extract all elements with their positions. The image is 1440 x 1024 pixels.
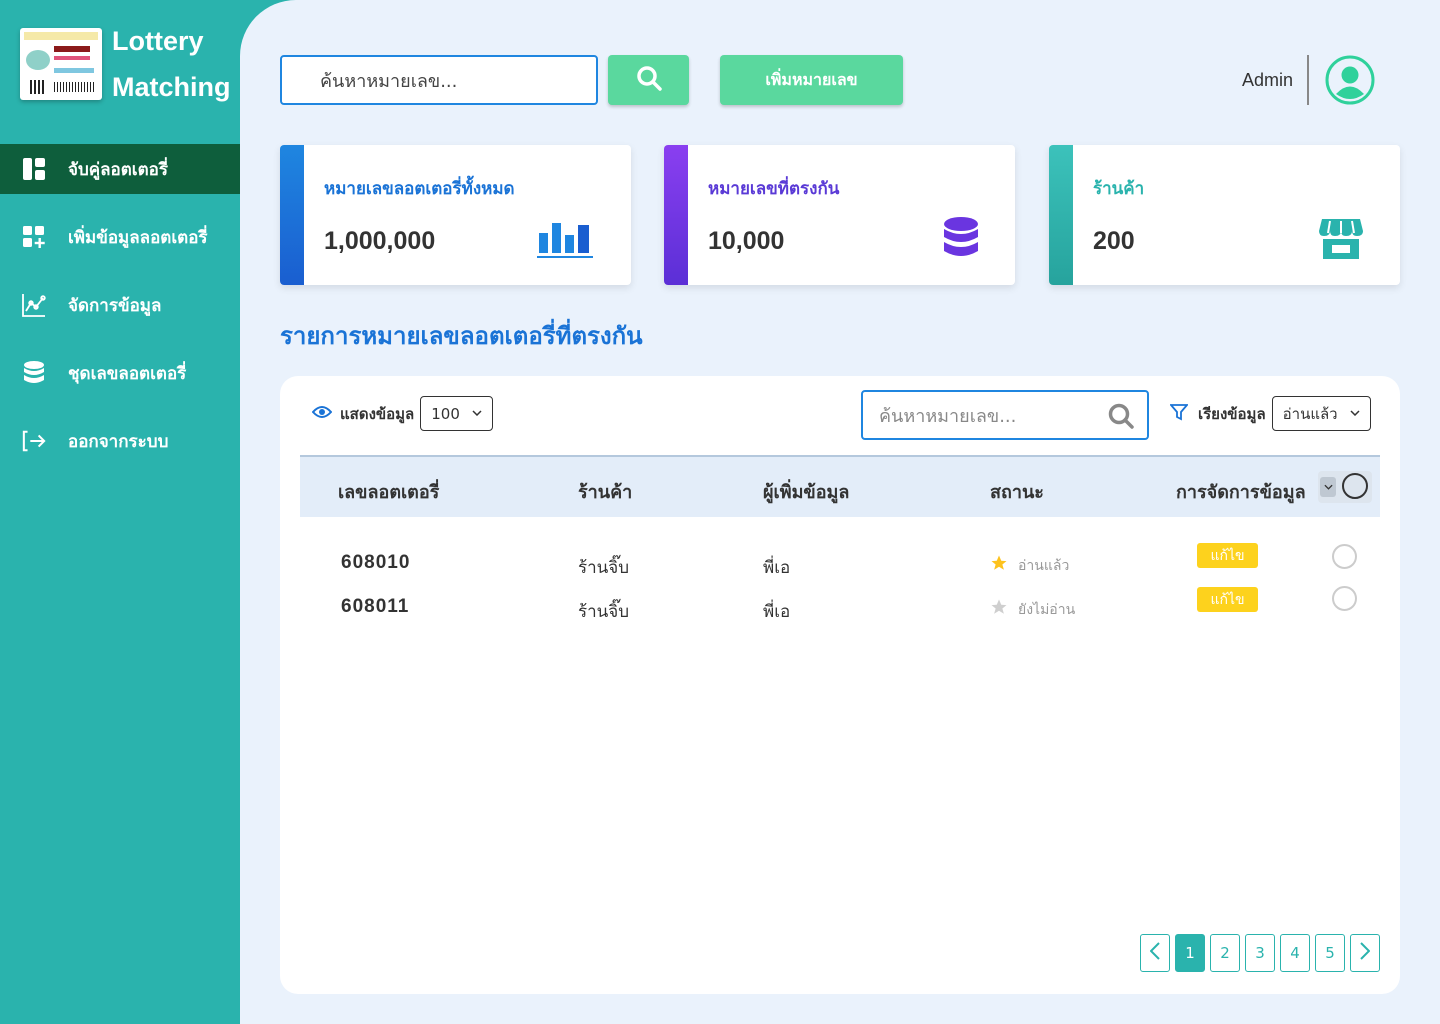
table-search-placeholder: ค้นหาหมายเลข... bbox=[879, 405, 1017, 427]
sidebar-item-label: ชุดเลขลอตเตอรี่ bbox=[68, 363, 187, 384]
prev-page-button[interactable] bbox=[1140, 934, 1170, 972]
column-header[interactable]: เลขลอตเตอรี่ bbox=[338, 477, 439, 506]
card-value: 10,000 bbox=[708, 227, 785, 255]
show-entries: แสดงข้อมูล 100 bbox=[311, 396, 493, 431]
column-header[interactable]: ร้านค้า bbox=[578, 477, 632, 506]
stat-card-matched: หมายเลขที่ตรงกัน 10,000 bbox=[664, 145, 1015, 285]
show-count-value: 100 bbox=[431, 404, 460, 423]
search-input[interactable]: ค้นหาหมายเลข... bbox=[280, 55, 598, 105]
table-row: 608011 ร้านจิ๊บ พี่เอ ยังไม่อ่าน แก้ไข bbox=[300, 586, 1380, 636]
status-text: อ่านแล้ว bbox=[1018, 557, 1070, 574]
store-icon bbox=[1318, 217, 1364, 265]
edit-button[interactable]: แก้ไข bbox=[1197, 587, 1258, 612]
select-all-control[interactable] bbox=[1318, 471, 1372, 503]
page-button[interactable]: 1 bbox=[1175, 934, 1205, 972]
add-number-button[interactable]: เพิ่มหมายเลข bbox=[720, 55, 903, 105]
status: ยังไม่อ่าน bbox=[990, 598, 1075, 621]
lottery-logo bbox=[20, 28, 102, 100]
avatar-icon[interactable] bbox=[1325, 55, 1375, 105]
brand-title: Lottery Matching bbox=[112, 18, 231, 110]
sidebar-item-label: ออกจากระบบ bbox=[68, 431, 169, 452]
sidebar-item-manage[interactable]: จัดการข้อมูล bbox=[0, 280, 240, 330]
card-accent bbox=[1049, 145, 1073, 285]
sidebar-nav: จับคู่ลอตเตอรี่ เพิ่มข้อมูลลอตเตอรี่ จัด… bbox=[0, 144, 240, 484]
search-icon[interactable] bbox=[1107, 402, 1135, 435]
brand-line2: Matching bbox=[112, 72, 231, 102]
table-search-input[interactable]: ค้นหาหมายเลข... bbox=[861, 390, 1149, 440]
page-button[interactable]: 2 bbox=[1210, 934, 1240, 972]
lottery-number: 608011 bbox=[341, 596, 410, 617]
brand[interactable]: Lottery Matching bbox=[20, 26, 231, 110]
sort-select[interactable]: อ่านแล้ว bbox=[1271, 396, 1371, 431]
lottery-number: 608010 bbox=[341, 552, 411, 573]
page-button[interactable]: 3 bbox=[1245, 934, 1275, 972]
edit-button[interactable]: แก้ไข bbox=[1197, 543, 1258, 568]
divider bbox=[1307, 55, 1309, 105]
table-panel: แสดงข้อมูล 100 ค้นหาหมายเลข... เรียงข้อม… bbox=[280, 376, 1400, 994]
column-header[interactable]: สถานะ bbox=[990, 477, 1044, 506]
sidebar-item-logout[interactable]: ออกจากระบบ bbox=[0, 416, 240, 466]
sort-value: อ่านแล้ว bbox=[1282, 404, 1338, 423]
chevron-left-icon bbox=[1149, 942, 1160, 964]
filter-icon bbox=[1169, 403, 1189, 425]
next-page-button[interactable] bbox=[1350, 934, 1380, 972]
status-text: ยังไม่อ่าน bbox=[1018, 601, 1076, 618]
card-value: 200 bbox=[1093, 227, 1135, 255]
select-all-checkbox[interactable] bbox=[1342, 473, 1368, 499]
stat-card-shops: ร้านค้า 200 bbox=[1049, 145, 1400, 285]
bar-chart-icon bbox=[537, 219, 595, 263]
sidebar-item-add-data[interactable]: เพิ่มข้อมูลลอตเตอรี่ bbox=[0, 212, 240, 262]
sort-control: เรียงข้อมูล อ่านแล้ว bbox=[1169, 396, 1371, 431]
sidebar-item-lottery-sets[interactable]: ชุดเลขลอตเตอรี่ bbox=[0, 348, 240, 398]
card-accent bbox=[664, 145, 688, 285]
shop-name: ร้านจิ๊บ bbox=[578, 558, 630, 578]
chevron-down-icon[interactable] bbox=[1320, 477, 1336, 497]
column-header[interactable]: ผู้เพิ่มข้อมูล bbox=[763, 477, 849, 506]
card-accent bbox=[280, 145, 304, 285]
sidebar-item-label: จัดการข้อมูล bbox=[68, 295, 162, 316]
show-count-select[interactable]: 100 bbox=[420, 396, 493, 431]
search-icon bbox=[636, 65, 662, 95]
database-icon bbox=[22, 361, 46, 385]
column-header[interactable]: การจัดการข้อมูล bbox=[1176, 477, 1306, 506]
chart-line-icon bbox=[22, 293, 46, 317]
card-label: ร้านค้า bbox=[1093, 179, 1145, 199]
main-content: ค้นหาหมายเลข... เพิ่มหมายเลข Admin หมายเ… bbox=[240, 0, 1440, 1024]
added-by: พี่เอ bbox=[763, 602, 791, 622]
add-grid-icon bbox=[22, 225, 46, 249]
card-value: 1,000,000 bbox=[324, 227, 436, 255]
database-icon bbox=[943, 217, 979, 265]
sidebar-item-label: เพิ่มข้อมูลลอตเตอรี่ bbox=[68, 227, 208, 248]
status: อ่านแล้ว bbox=[990, 554, 1069, 577]
star-icon[interactable] bbox=[990, 598, 1008, 621]
row-checkbox[interactable] bbox=[1332, 544, 1357, 569]
chevron-down-icon bbox=[472, 408, 482, 419]
table-header: เลขลอตเตอรี่ ร้านค้า ผู้เพิ่มข้อมูล สถาน… bbox=[300, 455, 1380, 517]
row-checkbox[interactable] bbox=[1332, 586, 1357, 611]
page-button[interactable]: 4 bbox=[1280, 934, 1310, 972]
chevron-down-icon bbox=[1350, 408, 1360, 419]
logout-icon bbox=[22, 429, 46, 453]
sort-label: เรียงข้อมูล bbox=[1198, 404, 1266, 423]
page-button[interactable]: 5 bbox=[1315, 934, 1345, 972]
table-row: 608010 ร้านจิ๊บ พี่เอ อ่านแล้ว แก้ไข bbox=[300, 543, 1380, 592]
eye-icon bbox=[311, 405, 333, 423]
dashboard-icon bbox=[22, 157, 46, 181]
section-title: รายการหมายเลขลอตเตอรี่ที่ตรงกัน bbox=[280, 322, 643, 350]
brand-line1: Lottery bbox=[112, 26, 204, 56]
shop-name: ร้านจิ๊บ bbox=[578, 602, 630, 622]
show-label: แสดงข้อมูล bbox=[340, 404, 415, 423]
card-label: หมายเลขลอตเตอรี่ทั้งหมด bbox=[324, 179, 515, 199]
search-button[interactable] bbox=[608, 55, 689, 105]
stat-card-total: หมายเลขลอตเตอรี่ทั้งหมด 1,000,000 bbox=[280, 145, 631, 285]
card-label: หมายเลขที่ตรงกัน bbox=[708, 179, 840, 199]
chevron-right-icon bbox=[1360, 942, 1371, 964]
sidebar-item-label: จับคู่ลอตเตอรี่ bbox=[68, 159, 168, 180]
sidebar: Lottery Matching จับคู่ลอตเตอรี่ เพิ่มข้… bbox=[0, 0, 240, 1024]
user-name: Admin bbox=[1242, 70, 1294, 90]
added-by: พี่เอ bbox=[763, 558, 791, 578]
sidebar-item-match[interactable]: จับคู่ลอตเตอรี่ bbox=[0, 144, 240, 194]
pagination: 1 2 3 4 5 bbox=[1140, 934, 1385, 972]
star-icon[interactable] bbox=[990, 554, 1008, 577]
